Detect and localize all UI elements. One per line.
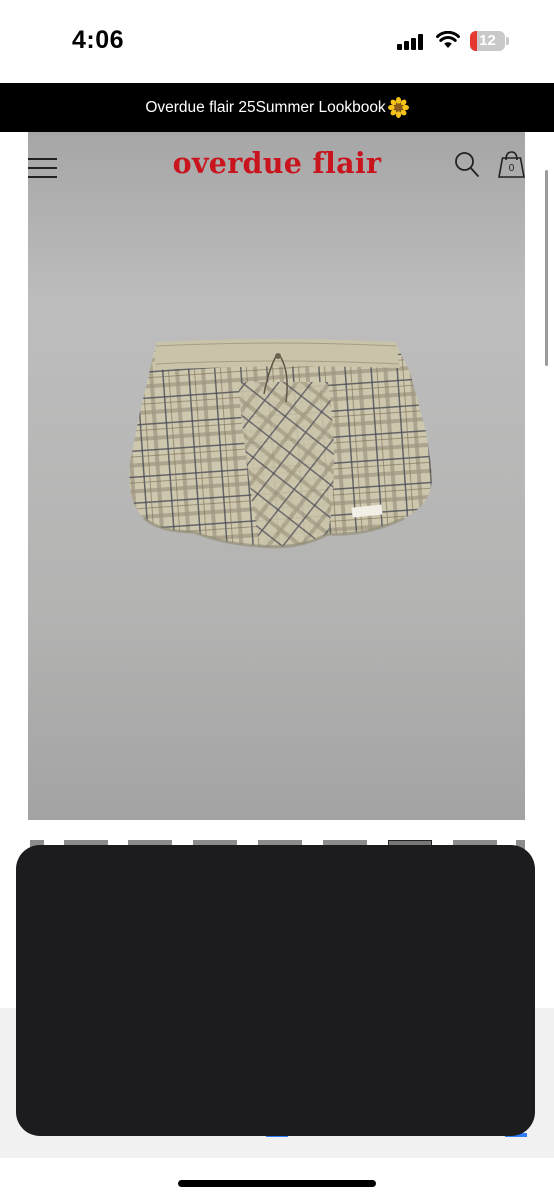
cart-count: 0 [508,163,515,174]
sunflower-icon [387,97,409,118]
status-time: 4:06 [72,26,125,54]
battery-level: 12 [479,32,496,49]
product-image[interactable] [28,132,525,820]
battery-tip [506,37,509,45]
battery-icon: 12 [470,31,505,51]
announcement-banner[interactable]: Overdue flair 25Summer Lookbook [0,83,554,132]
cellular-signal-icon [397,34,423,50]
banner-text: Overdue flair 25Summer Lookbook [145,98,386,116]
wifi-icon [436,31,460,48]
dark-overlay-panel [16,845,535,1136]
home-indicator[interactable] [178,1180,376,1187]
search-icon[interactable] [454,151,480,179]
status-bar: 4:06 12 [0,0,554,83]
plaid-shorts-image [129,339,433,549]
